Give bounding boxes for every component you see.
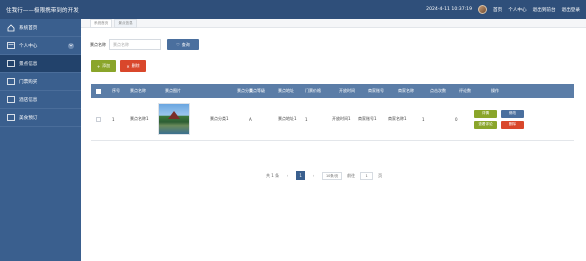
sidebar-item-scenic-info[interactable]: 景点信息 <box>0 55 81 73</box>
next-page-button[interactable]: › <box>310 171 317 180</box>
search-row: 景点名称 景点名称 ♡ 查询 <box>90 39 199 50</box>
sidebar-item-personal-center[interactable]: 个人中心 <box>0 37 81 55</box>
chevron-down-icon <box>68 42 74 49</box>
sidebar-item-home[interactable]: 系统首页 <box>0 19 81 37</box>
breadcrumb-current[interactable]: 景点信息 <box>114 18 137 28</box>
row-operations: 详情 修改 查看评论 删除 <box>474 109 554 129</box>
column-header: 序号 <box>112 88 120 93</box>
sidebar-item-hotel-info[interactable]: 酒店信息 <box>0 91 81 109</box>
list-icon <box>6 114 15 122</box>
row-index: 1 <box>112 116 115 122</box>
datetime-display: 2024-4-11 10:37:19 <box>426 7 473 12</box>
heart-icon: ♡ <box>176 42 180 47</box>
open-time: 开放时间1 <box>332 116 351 121</box>
total-count: 共 1 条 <box>266 172 280 178</box>
scenic-image[interactable] <box>158 103 190 135</box>
detail-button[interactable]: 详情 <box>474 109 497 118</box>
breadcrumb-home[interactable]: 系统首页 <box>90 18 113 28</box>
main-content: 系统首页 景点信息 景点名称 景点名称 ♡ 查询 + 添加 ✕ 删除 序号 景点… <box>81 18 586 261</box>
sidebar-item-label: 个人中心 <box>19 43 38 49</box>
prev-page-button[interactable]: ‹ <box>284 171 291 180</box>
scenic-image-cell <box>145 103 209 135</box>
avatar[interactable] <box>478 5 488 14</box>
top-right-area: 2024-4-11 10:37:19 首页 个人中心 退出到前台 退出登录 <box>426 5 580 14</box>
row-delete-button[interactable]: 删除 <box>501 120 524 129</box>
action-row: + 添加 ✕ 删除 <box>91 60 146 72</box>
scenic-level: A <box>249 116 252 122</box>
click-count: 1 <box>422 116 425 122</box>
add-button-label: 添加 <box>102 63 111 68</box>
search-button-label: 查询 <box>181 41 190 47</box>
table-header: 序号 景点名称 景点图片 景点分类 景点等级 景点地址 门票价格 开放时间 商家… <box>91 84 574 98</box>
list-icon <box>6 96 15 104</box>
home-link[interactable]: 首页 <box>493 7 502 13</box>
list-icon <box>6 78 15 86</box>
goto-page-input[interactable]: 1 <box>360 171 374 180</box>
column-header: 门票价格 <box>305 88 321 93</box>
sidebar-item-label: 系统首页 <box>19 25 38 31</box>
top-bar: 住我行——极限携带到的开发 2024-4-11 10:37:19 首页 个人中心… <box>0 0 586 19</box>
sidebar-item-label: 门票购买 <box>19 79 38 85</box>
sidebar-item-label: 酒店信息 <box>19 97 38 103</box>
sidebar-item-ticket-purchase[interactable]: 门票购买 <box>0 73 81 91</box>
app-title: 住我行——极限携带到的开发 <box>6 7 79 14</box>
breadcrumb: 系统首页 景点信息 <box>81 18 586 28</box>
column-header: 景点地址 <box>278 88 294 93</box>
close-icon: ✕ <box>126 63 130 69</box>
column-header: 景点等级 <box>249 88 265 93</box>
ticket-price: 1 <box>305 116 308 122</box>
home-icon <box>6 23 15 32</box>
edit-button[interactable]: 修改 <box>501 109 524 118</box>
search-input[interactable]: 景点名称 <box>109 39 161 50</box>
column-header: 景点分类 <box>237 88 253 93</box>
page-size-select[interactable]: 10条/页 <box>322 171 343 180</box>
sidebar-item-food-booking[interactable]: 美食预订 <box>0 109 81 127</box>
column-header: 商家名称 <box>398 88 414 93</box>
user-card-icon <box>6 42 15 50</box>
sidebar-item-label: 美食预订 <box>19 115 38 121</box>
page-unit-label: 页 <box>378 172 383 178</box>
sidebar: 系统首页 个人中心 景点信息 门票购买 酒店信息 美食预订 <box>0 19 81 261</box>
column-header: 评论数 <box>459 88 471 93</box>
scenic-category: 景点分类1 <box>210 116 229 121</box>
merchant-account: 商家账号1 <box>358 116 377 121</box>
exit-to-frontend-link[interactable]: 退出到前台 <box>533 7 556 13</box>
view-comments-button[interactable]: 查看评论 <box>474 120 497 129</box>
delete-button-label: 删除 <box>131 63 140 68</box>
scenic-name: 景点名称1 <box>130 116 149 121</box>
pagination: 共 1 条 ‹ 1 › 10条/页 前往 1 页 <box>266 171 382 180</box>
add-button[interactable]: + 添加 <box>91 60 116 72</box>
search-button[interactable]: ♡ 查询 <box>167 39 199 50</box>
column-header: 开放时间 <box>339 88 355 93</box>
table-row: 1 景点名称1 景点分类1 A 景点地址1 1 开放时间1 商家账号1 商家名称… <box>91 98 574 141</box>
list-icon <box>6 60 15 68</box>
comment-count: 0 <box>455 116 458 122</box>
column-header: 景点名称 <box>130 88 146 93</box>
logout-link[interactable]: 退出登录 <box>562 7 580 13</box>
personal-center-link[interactable]: 个人中心 <box>508 7 526 13</box>
scenic-address: 景点地址1 <box>278 116 297 121</box>
batch-delete-button[interactable]: ✕ 删除 <box>120 60 146 72</box>
goto-label: 前往 <box>347 172 356 178</box>
column-header: 商家账号 <box>368 88 384 93</box>
column-header: 景点图片 <box>165 88 181 93</box>
search-label: 景点名称 <box>90 41 106 47</box>
sidebar-item-label: 景点信息 <box>19 61 38 67</box>
column-header: 点击次数 <box>430 88 446 93</box>
page-number-current[interactable]: 1 <box>296 171 306 180</box>
merchant-name: 商家名称1 <box>388 116 407 121</box>
plus-icon: + <box>96 63 101 69</box>
column-header: 操作 <box>491 88 499 93</box>
data-table: 序号 景点名称 景点图片 景点分类 景点等级 景点地址 门票价格 开放时间 商家… <box>91 84 574 141</box>
